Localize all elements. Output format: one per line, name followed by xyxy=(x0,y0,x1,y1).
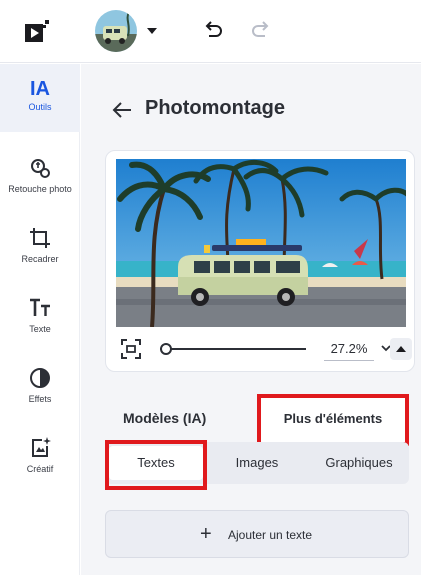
plus-icon: + xyxy=(200,523,212,545)
segment-images[interactable]: Images xyxy=(209,442,305,484)
page-title: Photomontage xyxy=(145,97,285,119)
add-text-button[interactable]: + Ajouter un texte xyxy=(105,510,409,558)
text-icon xyxy=(30,298,50,316)
rail-item-texte[interactable]: Texte xyxy=(0,284,80,352)
photo-retouch-icon xyxy=(31,159,50,178)
caret-down-icon xyxy=(147,28,157,34)
project-menu[interactable] xyxy=(95,10,159,54)
fit-screen-icon[interactable] xyxy=(120,338,142,360)
segment-textes[interactable]: Textes xyxy=(109,446,203,480)
tab-modeles-ia[interactable]: Modèles (IA) xyxy=(123,410,206,426)
play-logo-icon[interactable] xyxy=(24,19,50,43)
rail-item-creatif[interactable]: Créatif xyxy=(0,424,80,492)
segment-graphiques[interactable]: Graphiques xyxy=(309,442,409,484)
collapse-preview-button[interactable] xyxy=(390,338,412,360)
project-thumbnail xyxy=(95,10,137,52)
left-toolbar: IA Outils Retouche photo Recadrer Texte … xyxy=(0,64,80,575)
rail-item-recadrer[interactable]: Recadrer xyxy=(0,214,80,282)
element-type-segments: Textes Images Graphiques xyxy=(105,442,409,484)
redo-icon[interactable] xyxy=(250,20,272,42)
ai-icon: IA xyxy=(30,78,50,100)
zoom-controls: 27.2% xyxy=(106,329,416,369)
zoom-slider-knob[interactable] xyxy=(160,343,173,355)
tab-plus-elements[interactable]: Plus d'éléments xyxy=(257,396,409,442)
rail-label: Retouche photo xyxy=(8,184,72,194)
rail-label: Texte xyxy=(29,324,51,334)
rail-label: Créatif xyxy=(26,464,54,474)
rail-item-retouche-photo[interactable]: Retouche photo xyxy=(0,144,80,212)
top-bar xyxy=(0,0,421,63)
caret-up-icon xyxy=(396,346,406,352)
photo-preview[interactable] xyxy=(116,159,406,327)
rail-item-outils[interactable]: IA Outils xyxy=(0,64,80,132)
add-text-label: Ajouter un texte xyxy=(228,528,313,542)
rail-label: Recadrer xyxy=(21,254,59,264)
rail-label: Effets xyxy=(28,394,52,404)
rail-label: Outils xyxy=(28,102,52,112)
arrow-left-icon[interactable] xyxy=(111,99,133,121)
main-panel: Photomontage 27.2% Modèles (IA) Plus d'é… xyxy=(81,64,421,575)
preview-card: 27.2% xyxy=(105,150,415,372)
creative-icon xyxy=(32,437,51,457)
zoom-slider[interactable] xyxy=(160,343,306,355)
crop-icon xyxy=(30,228,50,248)
rail-item-effets[interactable]: Effets xyxy=(0,354,80,422)
zoom-value[interactable]: 27.2% xyxy=(324,341,374,361)
effects-icon xyxy=(30,368,50,388)
undo-icon[interactable] xyxy=(202,20,224,42)
